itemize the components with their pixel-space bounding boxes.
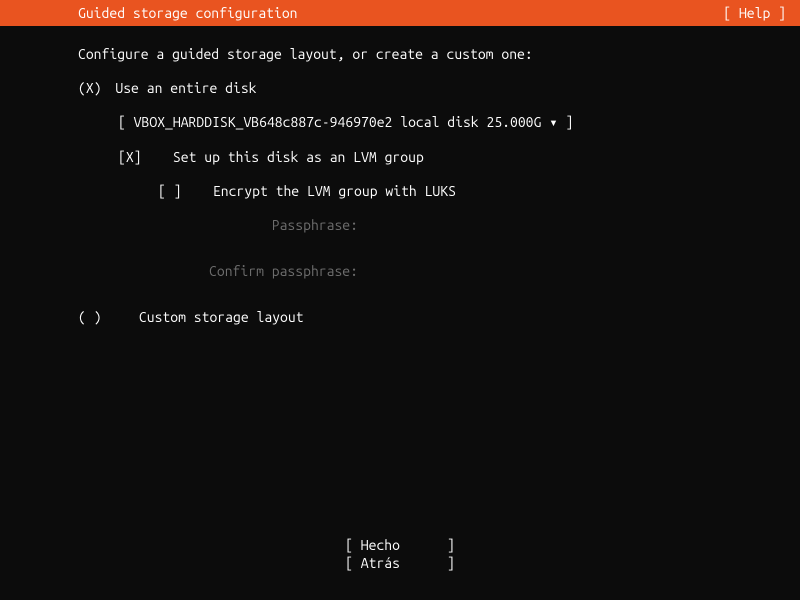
- done-button[interactable]: [ Hecho ]: [0, 536, 800, 554]
- confirm-passphrase-field: Confirm passphrase:: [198, 263, 800, 279]
- radio-custom[interactable]: ( ): [78, 309, 102, 325]
- back-button[interactable]: [ Atrás ]: [0, 554, 800, 572]
- label-custom: Custom storage layout: [139, 309, 304, 325]
- header-bar: Guided storage configuration [ Help ]: [0, 0, 800, 26]
- label-entire-disk: Use an entire disk: [115, 80, 256, 96]
- footer-buttons: [ Hecho ] [ Atrás ]: [0, 536, 800, 572]
- confirm-passphrase-label: Confirm passphrase:: [198, 263, 358, 279]
- option-encrypt[interactable]: [ ] Encrypt the LVM group with LUKS: [158, 183, 800, 199]
- intro-text: Configure a guided storage layout, or cr…: [78, 46, 800, 62]
- checkbox-lvm[interactable]: [X]: [118, 149, 142, 165]
- passphrase-field: Passphrase:: [198, 217, 800, 233]
- page-title: Guided storage configuration: [78, 5, 298, 21]
- help-button[interactable]: [ Help ]: [723, 5, 786, 21]
- option-entire-disk[interactable]: (X) Use an entire disk: [78, 80, 800, 96]
- passphrase-label: Passphrase:: [198, 217, 358, 233]
- disk-select-value[interactable]: [ VBOX_HARDDISK_VB648c887c-946970e2 loca…: [118, 114, 573, 130]
- option-lvm[interactable]: [X] Set up this disk as an LVM group: [118, 149, 800, 165]
- content-area: Configure a guided storage layout, or cr…: [0, 26, 800, 325]
- label-encrypt: Encrypt the LVM group with LUKS: [213, 183, 456, 199]
- label-lvm: Set up this disk as an LVM group: [173, 149, 424, 165]
- checkbox-encrypt[interactable]: [ ]: [158, 183, 182, 199]
- disk-selector[interactable]: [ VBOX_HARDDISK_VB648c887c-946970e2 loca…: [118, 114, 800, 131]
- radio-entire-disk[interactable]: (X): [78, 80, 102, 96]
- option-custom[interactable]: ( ) Custom storage layout: [78, 309, 800, 325]
